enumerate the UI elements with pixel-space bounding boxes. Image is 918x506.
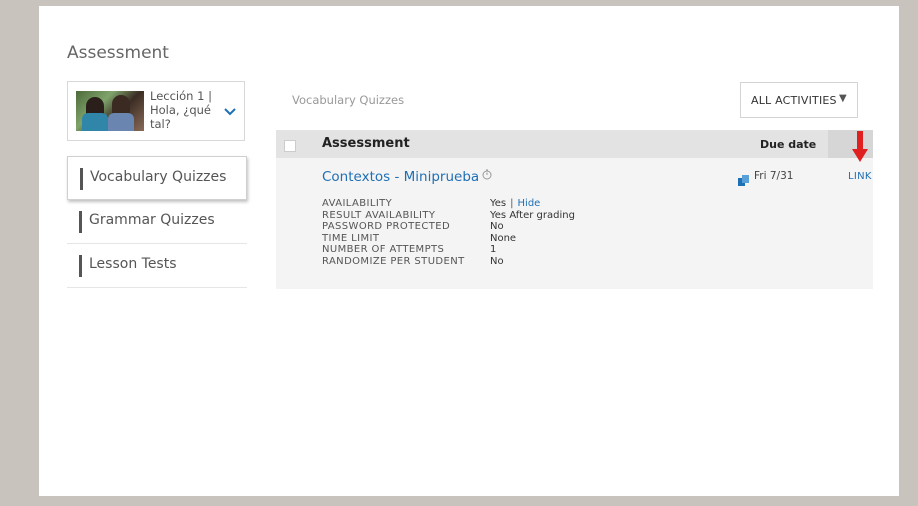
breadcrumb: Vocabulary Quizzes <box>292 93 405 107</box>
property-key: NUMBER OF ATTEMPTS <box>322 244 445 256</box>
table-header: Assessment Due date <box>276 130 873 158</box>
property-value: Yes After grading <box>490 209 575 221</box>
hide-link[interactable]: Hide <box>518 198 541 209</box>
sidebar-item-lesson-tests[interactable]: Lesson Tests <box>67 244 247 288</box>
lesson-selector[interactable]: Lección 1 | Hola, ¿qué tal? <box>67 81 245 141</box>
sidebar-item-label: Grammar Quizzes <box>89 212 215 228</box>
calendar-icon <box>738 171 749 186</box>
property-row: RESULT AVAILABILITY Yes After grading <box>322 210 575 222</box>
lesson-title: Lección 1 | Hola, ¿qué tal? <box>150 89 212 131</box>
property-value: Yes | Hide <box>490 198 540 210</box>
assessment-table: Assessment Due date Contextos - Miniprue… <box>276 130 873 289</box>
sidebar-item-label: Vocabulary Quizzes <box>90 169 227 185</box>
link-button[interactable]: LINK <box>848 171 872 182</box>
property-key: RANDOMIZE PER STUDENT <box>322 255 465 267</box>
property-row: AVAILABILITY Yes | Hide <box>322 198 575 210</box>
property-value: No <box>490 221 504 233</box>
activities-filter-dropdown[interactable]: ALL ACTIVITIES ▼ <box>740 82 858 118</box>
property-key: AVAILABILITY <box>322 198 393 209</box>
property-key: TIME LIMIT <box>322 232 380 244</box>
sidebar-item-label: Lesson Tests <box>89 256 177 272</box>
availability-separator: | <box>510 198 514 209</box>
filter-selected-value: ALL ACTIVITIES <box>751 94 837 107</box>
due-date: Fri 7/31 <box>754 170 794 182</box>
caret-down-icon: ▼ <box>839 93 847 104</box>
property-value: None <box>490 232 517 244</box>
assessment-page: Assessment Lección 1 | Hola, ¿qué tal? V… <box>39 6 899 496</box>
availability-value: Yes <box>490 198 507 209</box>
property-key: RESULT AVAILABILITY <box>322 209 436 221</box>
property-row: TIME LIMIT None <box>322 233 575 245</box>
assessment-title-link[interactable]: Contextos - Miniprueba <box>322 169 479 185</box>
property-value: 1 <box>490 244 497 256</box>
select-all-checkbox[interactable] <box>284 140 296 152</box>
column-header-due-date[interactable]: Due date <box>760 138 816 151</box>
property-row: NUMBER OF ATTEMPTS 1 <box>322 244 575 256</box>
page-title: Assessment <box>67 43 169 63</box>
sidebar-nav: Vocabulary Quizzes Grammar Quizzes Lesso… <box>67 156 247 288</box>
property-value: No <box>490 255 504 267</box>
sidebar-item-marker <box>79 211 82 233</box>
property-key: PASSWORD PROTECTED <box>322 221 451 233</box>
property-row: RANDOMIZE PER STUDENT No <box>322 256 575 268</box>
chevron-down-icon[interactable] <box>223 106 237 120</box>
sidebar-item-marker <box>80 168 83 190</box>
assessment-properties: AVAILABILITY Yes | Hide RESULT AVAILABILIT… <box>322 198 575 268</box>
sidebar-item-vocabulary-quizzes[interactable]: Vocabulary Quizzes <box>67 156 247 200</box>
property-row: PASSWORD PROTECTED No <box>322 221 575 233</box>
red-arrow-icon <box>852 131 868 162</box>
sidebar-item-marker <box>79 255 82 277</box>
sidebar-item-grammar-quizzes[interactable]: Grammar Quizzes <box>67 200 247 244</box>
timer-icon <box>482 169 492 183</box>
lesson-thumbnail <box>76 91 144 131</box>
column-header-assessment[interactable]: Assessment <box>322 136 410 151</box>
